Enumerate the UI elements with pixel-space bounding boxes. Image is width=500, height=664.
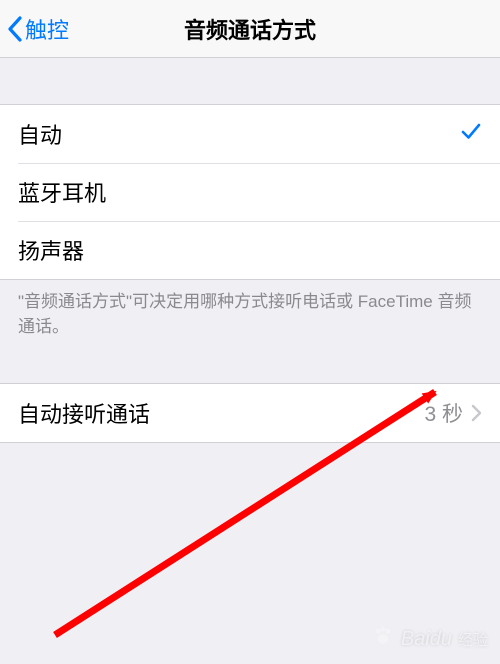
page-title: 音频通话方式	[184, 13, 316, 45]
watermark: Baidu 经验	[371, 624, 488, 654]
auto-answer-group: 自动接听通话 3 秒	[0, 383, 500, 443]
chevron-left-icon	[6, 15, 25, 43]
paw-icon	[371, 624, 395, 654]
option-label: 自动	[18, 118, 62, 150]
option-label: 蓝牙耳机	[18, 176, 106, 208]
row-value: 3 秒	[424, 398, 463, 428]
audio-routing-options: 自动 蓝牙耳机 扬声器	[0, 104, 500, 280]
option-auto[interactable]: 自动	[0, 105, 500, 163]
watermark-brand: Baidu	[401, 628, 452, 651]
auto-answer-calls-row[interactable]: 自动接听通话 3 秒	[0, 384, 500, 442]
row-value-container: 3 秒	[424, 398, 482, 428]
option-speaker[interactable]: 扬声器	[0, 221, 500, 279]
spacer	[0, 58, 500, 104]
option-label: 扬声器	[18, 234, 84, 266]
back-button[interactable]: 触控	[6, 13, 69, 45]
option-bluetooth-headset[interactable]: 蓝牙耳机	[0, 163, 500, 221]
spacer	[0, 339, 500, 383]
checkmark-icon	[460, 120, 482, 149]
section-footer-note: "音频通话方式"可决定用哪种方式接听电话或 FaceTime 音频通话。	[0, 280, 500, 339]
back-label: 触控	[25, 13, 69, 45]
chevron-right-icon	[471, 404, 482, 422]
watermark-sub: 经验	[458, 629, 488, 650]
navigation-bar: 触控 音频通话方式	[0, 0, 500, 58]
row-label: 自动接听通话	[18, 397, 150, 429]
